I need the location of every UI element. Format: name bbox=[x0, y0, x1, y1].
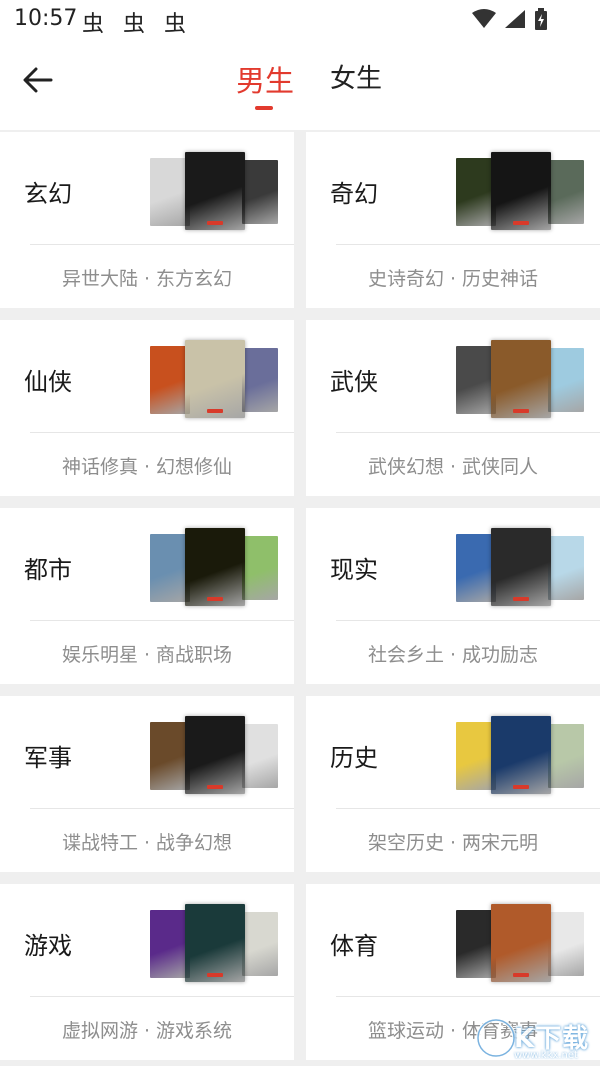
category-title: 仙侠 bbox=[24, 368, 72, 396]
book-covers bbox=[150, 340, 280, 418]
wifi-icon bbox=[472, 9, 496, 28]
book-cover bbox=[242, 912, 278, 976]
book-cover bbox=[491, 904, 551, 982]
book-covers bbox=[456, 716, 586, 794]
category-card[interactable]: 游戏虚拟网游 · 游戏系统 bbox=[0, 884, 294, 1060]
category-card[interactable]: 军事谍战特工 · 战争幻想 bbox=[0, 696, 294, 872]
book-cover bbox=[491, 716, 551, 794]
status-time: 10:57 bbox=[14, 6, 78, 31]
signal-icon bbox=[505, 10, 525, 28]
category-card[interactable]: 现实社会乡土 · 成功励志 bbox=[306, 508, 600, 684]
category-title: 玄幻 bbox=[24, 180, 72, 208]
top-nav: 男生 女生 bbox=[0, 40, 600, 130]
book-covers bbox=[456, 152, 586, 230]
category-subtitle: 娱乐明星 · 商战职场 bbox=[61, 644, 233, 666]
watermark-logo-icon bbox=[476, 1018, 516, 1058]
book-cover bbox=[548, 536, 584, 600]
tab-female[interactable]: 女生 bbox=[330, 58, 382, 95]
category-title: 游戏 bbox=[24, 932, 72, 960]
book-cover bbox=[456, 910, 496, 978]
book-cover bbox=[150, 346, 190, 414]
card-divider bbox=[336, 808, 600, 809]
book-cover bbox=[150, 534, 190, 602]
category-card[interactable]: 仙侠神话修真 · 幻想修仙 bbox=[0, 320, 294, 496]
category-title: 历史 bbox=[330, 744, 378, 772]
book-covers bbox=[150, 716, 280, 794]
category-subtitle: 史诗奇幻 · 历史神话 bbox=[367, 268, 539, 290]
book-cover bbox=[548, 724, 584, 788]
book-cover bbox=[456, 534, 496, 602]
book-cover bbox=[456, 158, 496, 226]
category-subtitle: 武侠幻想 · 武侠同人 bbox=[367, 456, 539, 478]
book-cover bbox=[491, 152, 551, 230]
book-cover bbox=[150, 722, 190, 790]
book-covers bbox=[150, 904, 280, 982]
book-cover bbox=[185, 528, 245, 606]
book-covers bbox=[456, 904, 586, 982]
book-cover bbox=[548, 912, 584, 976]
category-card[interactable]: 奇幻史诗奇幻 · 历史神话 bbox=[306, 132, 600, 308]
book-cover bbox=[548, 348, 584, 412]
book-cover bbox=[185, 340, 245, 418]
active-tab-indicator bbox=[255, 106, 273, 110]
book-cover bbox=[185, 716, 245, 794]
category-subtitle: 社会乡土 · 成功励志 bbox=[367, 644, 539, 666]
card-divider bbox=[30, 620, 294, 621]
book-cover bbox=[242, 160, 278, 224]
back-arrow-icon bbox=[23, 67, 53, 93]
category-title: 奇幻 bbox=[330, 180, 378, 208]
category-subtitle: 虚拟网游 · 游戏系统 bbox=[61, 1020, 233, 1042]
category-title: 都市 bbox=[24, 556, 72, 584]
category-subtitle: 异世大陆 · 东方玄幻 bbox=[61, 268, 233, 290]
book-cover bbox=[548, 160, 584, 224]
card-divider bbox=[30, 432, 294, 433]
back-button[interactable] bbox=[18, 60, 58, 100]
category-subtitle: 架空历史 · 两宋元明 bbox=[367, 832, 539, 854]
card-divider bbox=[336, 996, 600, 997]
book-cover bbox=[242, 348, 278, 412]
card-divider bbox=[336, 620, 600, 621]
category-card[interactable]: 玄幻异世大陆 · 东方玄幻 bbox=[0, 132, 294, 308]
tab-male[interactable]: 男生 bbox=[236, 58, 294, 100]
watermark-url: www.kkx.net bbox=[514, 1050, 578, 1061]
battery-icon bbox=[535, 8, 547, 30]
book-covers bbox=[456, 528, 586, 606]
site-watermark: K下载 www.kkx.net bbox=[474, 1014, 598, 1064]
book-covers bbox=[456, 340, 586, 418]
book-cover bbox=[150, 158, 190, 226]
book-cover bbox=[456, 722, 496, 790]
category-subtitle: 神话修真 · 幻想修仙 bbox=[61, 456, 233, 478]
card-divider bbox=[336, 432, 600, 433]
category-title: 体育 bbox=[330, 932, 378, 960]
book-cover bbox=[491, 528, 551, 606]
book-cover bbox=[242, 724, 278, 788]
category-card[interactable]: 武侠武侠幻想 · 武侠同人 bbox=[306, 320, 600, 496]
book-cover bbox=[491, 340, 551, 418]
card-divider bbox=[30, 808, 294, 809]
book-covers bbox=[150, 528, 280, 606]
category-title: 现实 bbox=[330, 556, 378, 584]
card-divider bbox=[30, 244, 294, 245]
category-title: 武侠 bbox=[330, 368, 378, 396]
status-bar: 10:57 虫 虫 虫 bbox=[0, 0, 600, 40]
notification-icons: 虫 虫 虫 bbox=[82, 12, 192, 37]
book-cover bbox=[185, 152, 245, 230]
category-card[interactable]: 都市娱乐明星 · 商战职场 bbox=[0, 508, 294, 684]
book-covers bbox=[150, 152, 280, 230]
category-title: 军事 bbox=[24, 744, 72, 772]
book-cover bbox=[150, 910, 190, 978]
system-icons bbox=[472, 8, 548, 30]
card-divider bbox=[30, 996, 294, 997]
category-card[interactable]: 历史架空历史 · 两宋元明 bbox=[306, 696, 600, 872]
book-cover bbox=[185, 904, 245, 982]
category-subtitle: 谍战特工 · 战争幻想 bbox=[61, 832, 233, 854]
book-cover bbox=[456, 346, 496, 414]
book-cover bbox=[242, 536, 278, 600]
card-divider bbox=[336, 244, 600, 245]
